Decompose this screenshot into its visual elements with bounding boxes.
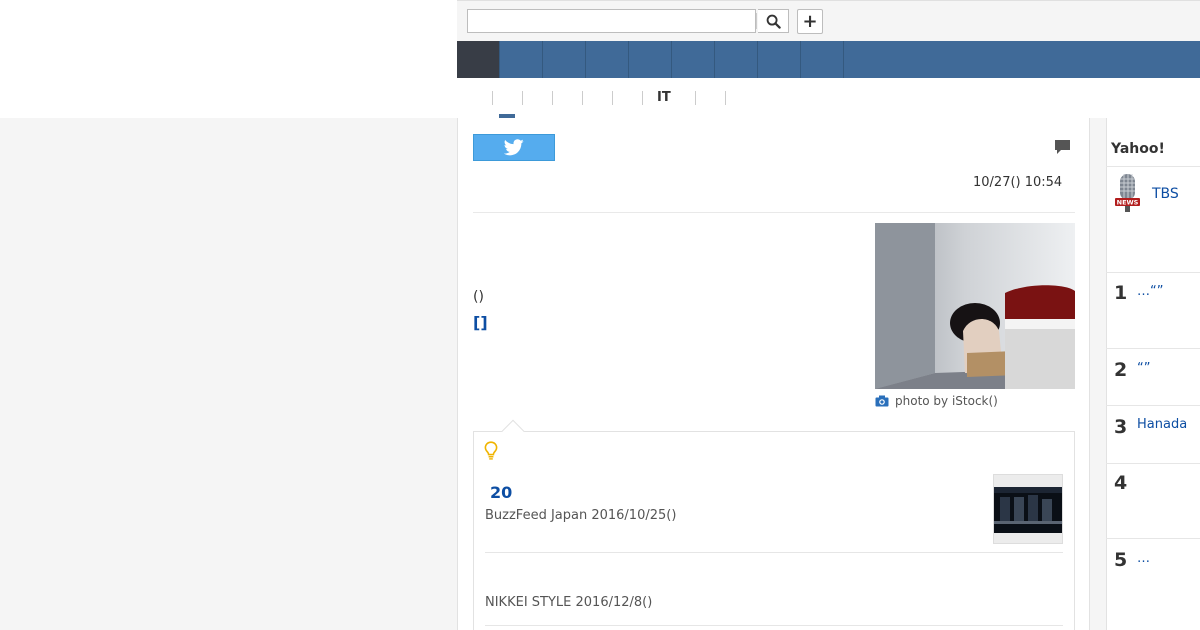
photo-credit: photo by iStock() — [895, 394, 998, 408]
tab-divider — [492, 91, 493, 105]
provider-link-tbs[interactable]: TBS — [1152, 186, 1179, 202]
related-item-title[interactable]: 20 — [490, 483, 512, 502]
photo-caption: photo by iStock() — [875, 394, 998, 408]
rank-number: 1 — [1114, 282, 1128, 304]
add-button[interactable]: + — [797, 9, 823, 34]
tab-divider — [552, 91, 553, 105]
category-tabs — [457, 78, 1200, 118]
search-button[interactable] — [758, 9, 789, 33]
ranking-item-link[interactable]: “” — [1137, 361, 1150, 376]
divider — [1106, 538, 1200, 539]
tab-divider — [642, 91, 643, 105]
rank-number: 5 — [1114, 549, 1128, 571]
related-item-thumbnail[interactable] — [993, 474, 1063, 544]
tab-divider — [695, 91, 696, 105]
tab-divider — [522, 91, 523, 105]
divider — [485, 552, 1063, 553]
ranking-item-link[interactable]: Hanada — [1137, 417, 1187, 432]
tab-divider — [582, 91, 583, 105]
nav-item-1[interactable] — [500, 41, 543, 78]
ranking-item-link[interactable]: … — [1137, 551, 1150, 566]
twitter-bird-icon — [504, 139, 524, 156]
nav-item-7[interactable] — [758, 41, 801, 78]
nav-item-2[interactable] — [543, 41, 586, 78]
rank-number: 4 — [1114, 472, 1128, 494]
nav-item-3[interactable] — [586, 41, 629, 78]
tab-divider — [612, 91, 613, 105]
rank-number: 3 — [1114, 416, 1128, 438]
publish-datetime: 10/27() 10:54 — [973, 175, 1063, 190]
main-nav — [457, 41, 1200, 78]
divider — [1106, 463, 1200, 464]
lightbulb-icon — [484, 441, 498, 464]
rank-number: 2 — [1114, 359, 1128, 381]
comment-icon[interactable] — [1054, 139, 1071, 159]
nav-item-home[interactable] — [457, 41, 500, 78]
news-microphone-icon: NEWS — [1111, 173, 1144, 213]
nav-item-6[interactable] — [715, 41, 758, 78]
twitter-share-button[interactable] — [473, 134, 555, 161]
nav-item-4[interactable] — [629, 41, 672, 78]
article-paragraph: () — [473, 289, 484, 305]
tab-divider — [725, 91, 726, 105]
search-icon — [766, 14, 781, 29]
search-header: + — [457, 0, 1200, 41]
article-bracket-link[interactable]: [] — [473, 313, 488, 332]
search-divider — [756, 13, 757, 29]
tab-it[interactable]: IT — [657, 90, 671, 105]
divider — [473, 212, 1075, 213]
related-item-source: BuzzFeed Japan 2016/10/25() — [485, 508, 677, 523]
search-input[interactable] — [467, 9, 756, 33]
divider — [1106, 166, 1200, 167]
divider — [1106, 272, 1200, 273]
divider — [485, 625, 1063, 626]
divider — [1106, 348, 1200, 349]
sidebar-title: Yahoo! — [1111, 141, 1165, 157]
article-photo — [875, 223, 1075, 389]
divider — [1106, 405, 1200, 406]
camera-icon — [875, 395, 889, 407]
nav-item-8[interactable] — [801, 41, 844, 78]
related-item-source: NIKKEI STYLE 2016/12/8() — [485, 595, 653, 610]
nav-item-5[interactable] — [672, 41, 715, 78]
svg-text:NEWS: NEWS — [1117, 199, 1139, 207]
ranking-item-link[interactable]: …“” — [1137, 284, 1163, 299]
